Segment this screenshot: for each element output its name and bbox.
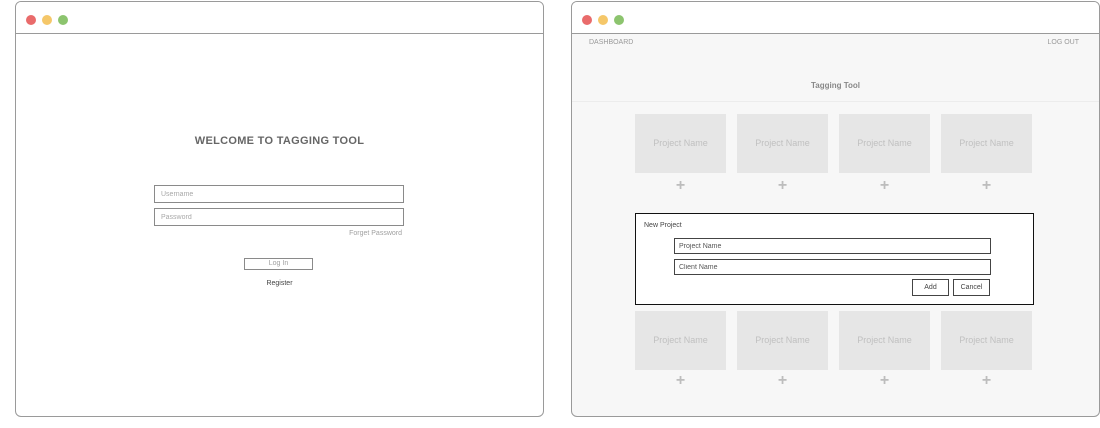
- forgot-password-link[interactable]: Forget Password: [349, 230, 402, 237]
- project-card[interactable]: Project Name: [737, 311, 828, 370]
- add-project-plus-icon[interactable]: +: [839, 178, 930, 194]
- password-input[interactable]: [154, 208, 404, 226]
- add-project-plus-icon[interactable]: +: [635, 178, 726, 194]
- minimize-window-icon[interactable]: [598, 15, 608, 25]
- client-name-input[interactable]: [674, 259, 991, 275]
- project-card[interactable]: Project Name: [941, 311, 1032, 370]
- add-project-plus-icon[interactable]: +: [737, 178, 828, 194]
- add-project-plus-icon[interactable]: +: [941, 178, 1032, 194]
- login-button[interactable]: Log In: [244, 258, 313, 270]
- project-card[interactable]: Project Name: [635, 114, 726, 173]
- dashboard-window: DASHBOARD LOG OUT Tagging Tool Project N…: [571, 1, 1100, 417]
- cancel-button[interactable]: Cancel: [953, 279, 990, 296]
- close-window-icon[interactable]: [26, 15, 36, 25]
- page-title: Tagging Tool: [810, 81, 861, 90]
- dialog-title: New Project: [644, 222, 682, 229]
- project-card[interactable]: Project Name: [839, 114, 930, 173]
- project-card[interactable]: Project Name: [635, 311, 726, 370]
- nav-dashboard-link[interactable]: DASHBOARD: [589, 39, 633, 46]
- project-name-input[interactable]: [674, 238, 991, 254]
- window-titlebar: [572, 2, 1099, 34]
- new-project-dialog: New Project Add Cancel: [635, 213, 1034, 305]
- maximize-window-icon[interactable]: [614, 15, 624, 25]
- minimize-window-icon[interactable]: [42, 15, 52, 25]
- login-window: WELCOME TO TAGGING TOOL Forget Password …: [15, 1, 544, 417]
- welcome-heading: WELCOME TO TAGGING TOOL: [194, 135, 365, 147]
- register-link[interactable]: Register: [266, 280, 292, 287]
- maximize-window-icon[interactable]: [58, 15, 68, 25]
- project-card[interactable]: Project Name: [839, 311, 930, 370]
- add-project-plus-icon[interactable]: +: [839, 373, 930, 389]
- nav-logout-link[interactable]: LOG OUT: [1047, 39, 1079, 46]
- project-card[interactable]: Project Name: [737, 114, 828, 173]
- add-project-plus-icon[interactable]: +: [635, 373, 726, 389]
- top-nav: DASHBOARD LOG OUT Tagging Tool: [572, 34, 1099, 102]
- register-row: Register: [16, 280, 543, 287]
- username-input[interactable]: [154, 185, 404, 203]
- add-project-plus-icon[interactable]: +: [737, 373, 828, 389]
- add-project-plus-icon[interactable]: +: [941, 373, 1032, 389]
- project-card[interactable]: Project Name: [941, 114, 1032, 173]
- close-window-icon[interactable]: [582, 15, 592, 25]
- add-button[interactable]: Add: [912, 279, 949, 296]
- window-titlebar: [16, 2, 543, 34]
